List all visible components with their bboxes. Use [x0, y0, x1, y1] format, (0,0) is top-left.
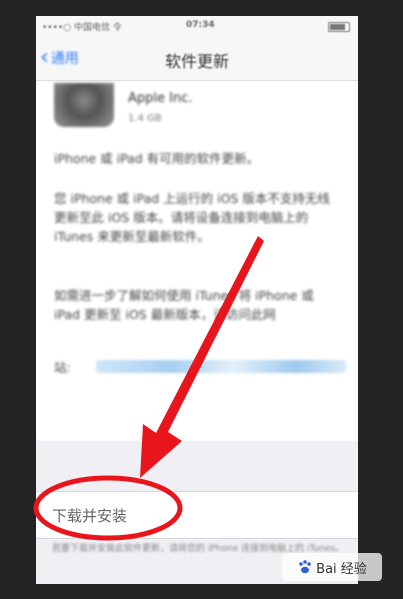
download-install-label: 下载并安装 [52, 507, 128, 525]
download-install-button[interactable]: 下载并安装 [36, 491, 358, 539]
phone-screen: ••••○ 中国电信 令 07:34 ‹ 通用 软件更新 Apple Inc. … [36, 16, 358, 584]
navigation-bar: ‹ 通用 软件更新 [36, 36, 358, 81]
update-details: Apple Inc. 1.4 GB iPhone 或 iPad 有可用的软件更新… [36, 81, 358, 441]
support-link-row: 站: [54, 357, 354, 377]
update-paragraph-3: 如需进一步了解如何使用 iTunes 将 iPhone 或 iPad 更新至 i… [54, 288, 314, 322]
update-size: 1.4 GB [128, 113, 162, 124]
status-bar: ••••○ 中国电信 令 07:34 [36, 16, 358, 36]
baidu-watermark: Bai 经验 [282, 553, 382, 581]
battery-icon [328, 22, 350, 32]
carrier-label: ••••○ 中国电信 令 [42, 23, 122, 33]
page-title: 软件更新 [164, 52, 229, 71]
publisher-name: Apple Inc. [128, 91, 193, 106]
baidu-paw-icon [299, 560, 311, 574]
support-link[interactable] [96, 360, 346, 373]
support-link-prefix: 站: [54, 360, 71, 375]
settings-gear-icon [54, 83, 114, 127]
section-spacer [36, 441, 358, 491]
watermark-text: Bai 经验 [316, 561, 367, 577]
update-paragraph-2: 您 iPhone 或 iPad 上运行的 iOS 版本不支持无线更新至此 iOS… [54, 191, 330, 244]
update-paragraph-1: iPhone 或 iPad 有可用的软件更新。 [54, 151, 260, 166]
clock: 07:34 [186, 20, 215, 30]
